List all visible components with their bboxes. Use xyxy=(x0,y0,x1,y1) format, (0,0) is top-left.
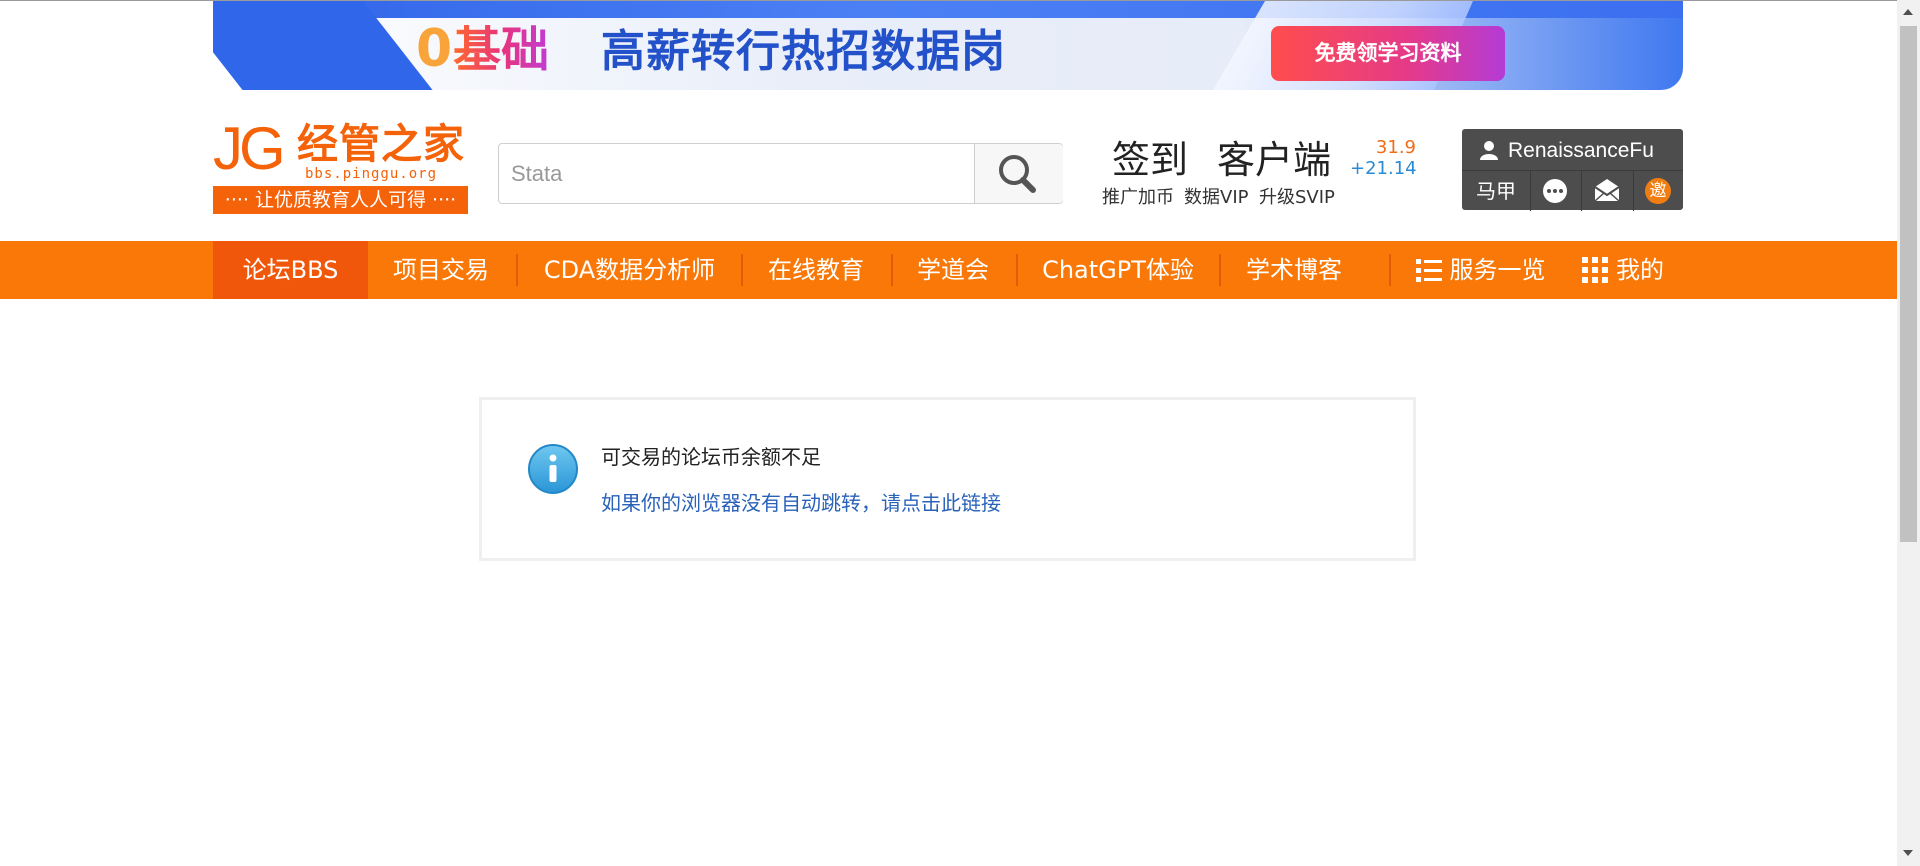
mail-icon xyxy=(1594,179,1620,202)
username-link[interactable]: RenaissanceFu xyxy=(1480,137,1680,163)
nav-divider xyxy=(1016,254,1018,286)
search-button[interactable] xyxy=(974,144,1063,203)
nav-item-cda[interactable]: CDA数据分析师 xyxy=(528,241,731,299)
logo-jg-mark: JG xyxy=(213,115,286,182)
nav-divider xyxy=(1219,254,1221,286)
list-icon xyxy=(1415,259,1442,282)
nav-divider xyxy=(741,254,743,286)
banner-zero-text: 0 xyxy=(416,19,453,79)
nav-item-chatgpt[interactable]: ChatGPT体验 xyxy=(1028,241,1208,299)
banner-slogan: 高薪转行热招数据岗 xyxy=(601,26,1006,77)
score-delta: +21.14 xyxy=(1350,158,1417,179)
nav-divider xyxy=(891,254,893,286)
user-icon xyxy=(1480,141,1498,160)
invite-text: 邀 xyxy=(1649,181,1667,201)
user-panel: RenaissanceFu 马甲 邀 xyxy=(1462,129,1683,211)
vertical-scrollbar[interactable] xyxy=(1897,0,1920,866)
upgrade-svip-link[interactable]: 升级SVIP xyxy=(1259,187,1335,209)
nav-item-services[interactable]: 服务一览 xyxy=(1408,241,1553,299)
chat-button[interactable] xyxy=(1530,171,1582,211)
nav-item-mine[interactable]: 我的 xyxy=(1578,241,1668,299)
nav-item-xuedaohui[interactable]: 学道会 xyxy=(903,241,1003,299)
grid-icon xyxy=(1582,257,1608,283)
data-vip-link[interactable]: 数据VIP xyxy=(1184,187,1248,209)
forum-coin-score: 31.9 xyxy=(1375,137,1416,158)
nav-item-academic-blog[interactable]: 学术博客 xyxy=(1231,241,1357,299)
nav-divider xyxy=(516,254,518,286)
main-nav: 论坛BBS 项目交易 CDA数据分析师 在线教育 学道会 ChatGPT体验 学… xyxy=(0,241,1897,299)
username-text: RenaissanceFu xyxy=(1508,139,1654,162)
invite-button[interactable]: 邀 xyxy=(1633,171,1683,211)
majia-button[interactable]: 马甲 xyxy=(1462,171,1531,211)
search-icon xyxy=(999,155,1036,193)
chat-icon xyxy=(1543,179,1567,203)
client-link[interactable]: 客户端 xyxy=(1217,138,1331,182)
logo-tagline: ···· 让优质教育人人可得 ···· xyxy=(213,186,468,214)
info-icon xyxy=(528,444,578,494)
search-box xyxy=(498,143,1063,204)
banner-basic-text: 基础 xyxy=(453,22,550,78)
logo-url: bbs.pinggu.org xyxy=(305,166,438,182)
checkin-link[interactable]: 签到 xyxy=(1112,138,1188,182)
redirect-link[interactable]: 如果你的浏览器没有自动跳转，请点击此链接 xyxy=(601,490,1001,516)
nav-item-online-edu[interactable]: 在线教育 xyxy=(753,241,879,299)
scroll-down-arrow-icon[interactable] xyxy=(1903,850,1913,856)
user-actions-row: 马甲 邀 xyxy=(1462,170,1683,211)
search-input[interactable] xyxy=(499,144,974,203)
nav-item-bbs[interactable]: 论坛BBS xyxy=(213,241,368,299)
mail-button[interactable] xyxy=(1581,171,1634,211)
notice-title: 可交易的论坛币余额不足 xyxy=(601,445,821,469)
nav-item-project-trade[interactable]: 项目交易 xyxy=(378,241,504,299)
promo-banner[interactable]: 0 基础 高薪转行热招数据岗 免费领学习资料 xyxy=(213,1,1683,90)
scrollbar-thumb[interactable] xyxy=(1900,26,1917,542)
banner-cta-button[interactable]: 免费领学习资料 xyxy=(1271,26,1505,81)
site-logo[interactable]: JG 经管之家 bbs.pinggu.org ···· 让优质教育人人可得 ··… xyxy=(213,118,468,214)
nav-services-label: 服务一览 xyxy=(1449,256,1546,284)
nav-divider xyxy=(1389,254,1391,286)
notice-box: 可交易的论坛币余额不足 如果你的浏览器没有自动跳转，请点击此链接 xyxy=(479,397,1416,561)
promote-link[interactable]: 推广加币 xyxy=(1102,187,1174,209)
logo-site-name: 经管之家 xyxy=(297,120,465,168)
scroll-up-arrow-icon[interactable] xyxy=(1903,9,1913,15)
nav-mine-label: 我的 xyxy=(1616,256,1664,284)
